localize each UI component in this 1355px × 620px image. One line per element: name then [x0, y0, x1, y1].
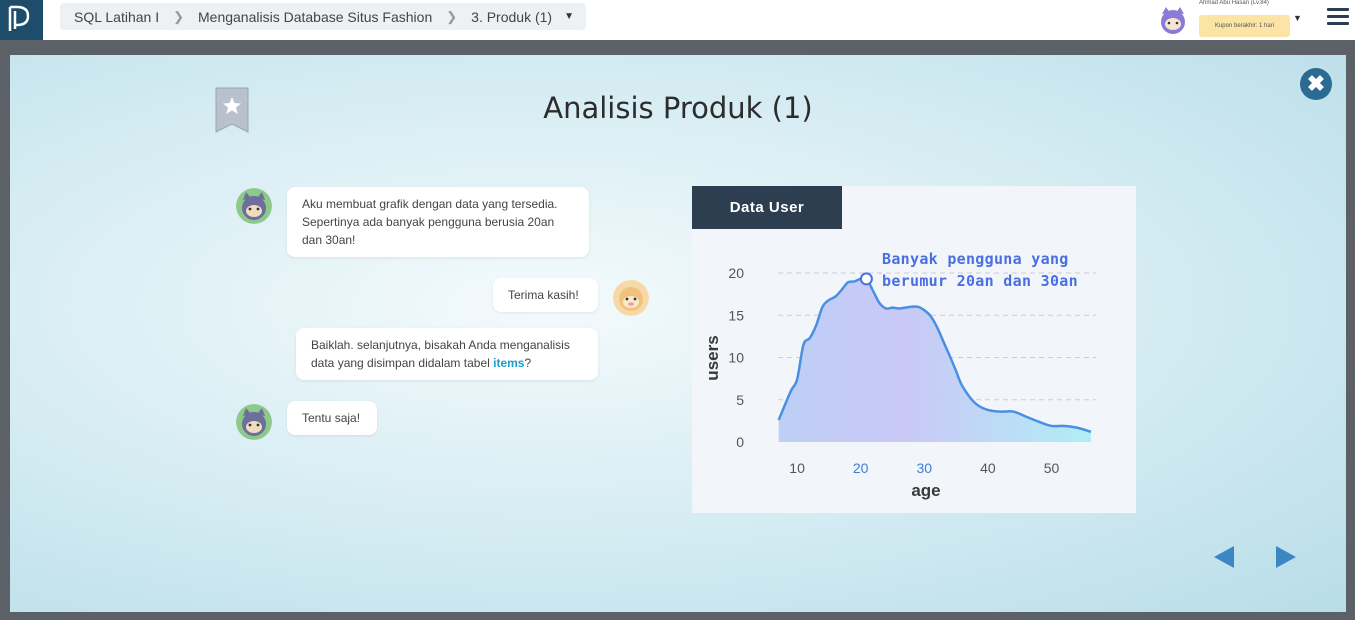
chart-panel: 0 5 10 15 20 10 20 30 40 50 Banyak pengguna yang b… — [692, 186, 1136, 513]
caret-down-icon[interactable]: ▼ — [564, 11, 574, 22]
coupon-badge: Kupon berakhir: 1 hari — [1199, 15, 1290, 37]
x-tick-label: 20 — [853, 460, 869, 476]
chat-bubble: Tentu saja! — [287, 401, 377, 435]
x-tick-label: 30 — [916, 460, 932, 476]
x-axis-label: age — [911, 481, 940, 500]
annotation-label: berumur 20an dan 30an — [882, 272, 1078, 290]
chat-bubble: Baiklah. selanjutnya, bisakah Anda menga… — [296, 328, 598, 380]
breadcrumb-course[interactable]: SQL Latihan I — [74, 9, 159, 25]
user-name: Ahmad Abu Hasan (Lv.84) — [1199, 0, 1269, 6]
x-tick-label: 10 — [789, 460, 805, 476]
breadcrumb: SQL Latihan I ❯ Menganalisis Database Si… — [60, 3, 586, 30]
y-tick-label: 20 — [728, 265, 744, 281]
top-bar: SQL Latihan I ❯ Menganalisis Database Si… — [0, 0, 1355, 40]
x-tick-label: 40 — [980, 460, 996, 476]
app-logo[interactable] — [0, 0, 43, 40]
logo-icon — [8, 5, 30, 31]
y-tick-label: 5 — [736, 392, 744, 408]
chevron-right-icon: ❯ — [446, 8, 458, 24]
chart-tab: Data User — [692, 186, 842, 229]
annotation-label: Banyak pengguna yang — [882, 250, 1069, 268]
y-tick-label: 0 — [736, 434, 744, 450]
chevron-right-icon: ❯ — [173, 8, 184, 24]
table-name-highlight: items — [493, 356, 525, 370]
peak-marker — [859, 272, 873, 286]
avatar — [236, 404, 272, 440]
chat-bubble: Aku membuat grafik dengan data yang ters… — [287, 187, 589, 257]
chat-text: ? — [524, 356, 532, 370]
y-tick-label: 10 — [728, 350, 744, 366]
breadcrumb-lesson[interactable]: 3. Produk (1) — [471, 9, 552, 25]
previous-slide-icon[interactable] — [1213, 545, 1235, 569]
caret-down-icon[interactable]: ▼ — [1293, 13, 1302, 23]
y-axis-label: users — [703, 335, 722, 380]
page-title: Analisis Produk (1) — [543, 91, 813, 125]
chat-bubble: Terima kasih! — [493, 278, 598, 312]
menu-icon[interactable] — [1327, 8, 1349, 26]
next-slide-icon[interactable] — [1275, 545, 1297, 569]
avatar — [613, 280, 649, 316]
area-chart: 0 5 10 15 20 10 20 30 40 50 Banyak pengguna yang b… — [703, 250, 1096, 500]
avatar — [236, 188, 272, 224]
slide-modal: ✖ Analisis Produk (1) Aku membuat grafik… — [10, 55, 1346, 612]
y-tick-label: 15 — [728, 307, 744, 323]
x-tick-label: 50 — [1044, 460, 1060, 476]
breadcrumb-chapter[interactable]: Menganalisis Database Situs Fashion — [198, 9, 432, 25]
avatar[interactable] — [1158, 5, 1188, 35]
